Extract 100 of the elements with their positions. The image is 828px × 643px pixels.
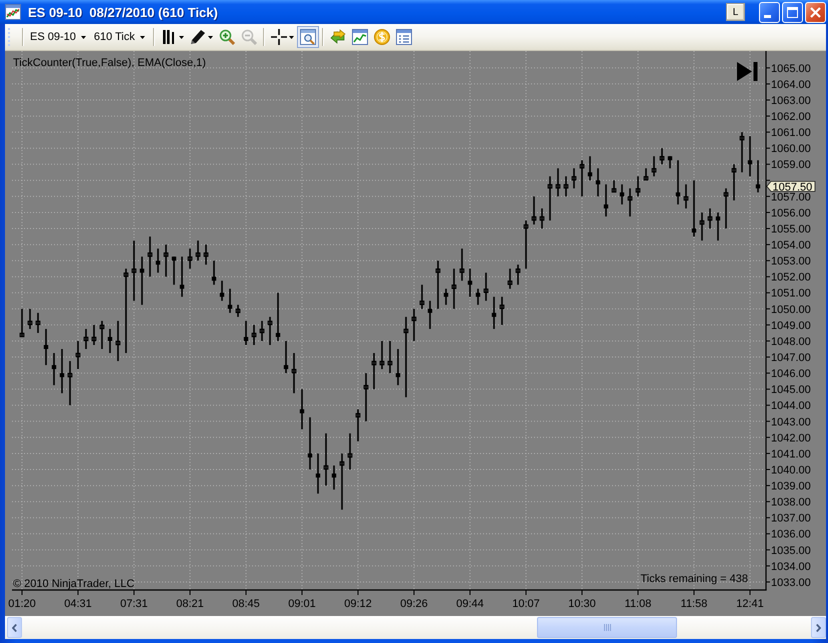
scrollbar-thumb[interactable] (537, 617, 677, 638)
close-icon (810, 6, 821, 18)
letter-button[interactable]: L (726, 3, 745, 21)
candlestick (620, 184, 624, 204)
candlestick (340, 453, 344, 510)
price-label: 1050.00 (771, 304, 811, 316)
instrument-dropdown[interactable]: ES 09-10 (27, 26, 91, 48)
candlestick (500, 296, 504, 325)
price-label: 1041.00 (771, 448, 811, 460)
candlestick (196, 240, 200, 261)
candlestick (420, 284, 424, 309)
candlestick (660, 148, 664, 164)
candlestick (100, 320, 104, 350)
candlestick (708, 208, 712, 229)
candlestick (636, 176, 640, 196)
grip-icon (604, 624, 610, 631)
crosshair-icon (270, 29, 287, 45)
candlestick (756, 160, 760, 192)
indicator-label: TickCounter(True,False), EMA(Close,1) (13, 57, 206, 69)
candlestick (164, 244, 168, 277)
price-label: 1035.00 (771, 544, 811, 557)
price-label: 1042.00 (771, 432, 811, 444)
arrows-icon (330, 29, 346, 45)
last-price-marker: 1057.50 (766, 180, 816, 194)
candlestick (260, 320, 264, 341)
candlestick (460, 248, 464, 281)
price-label: 1051.00 (771, 288, 811, 300)
candlestick (444, 288, 448, 305)
scroll-left-button[interactable] (7, 617, 22, 638)
time-label: 01:20 (8, 598, 36, 610)
line-chart-icon (352, 29, 368, 45)
price-label: 1052.00 (771, 272, 811, 284)
price-label: 1059.00 (771, 159, 811, 172)
candlestick (748, 136, 752, 176)
zoom-in-icon (218, 29, 235, 45)
candlestick (604, 184, 608, 216)
candlestick (268, 316, 272, 345)
candlestick (580, 160, 584, 196)
candlestick (484, 272, 488, 301)
maximize-icon (787, 6, 798, 18)
candlestick (716, 212, 720, 241)
price-label: 1033.00 (771, 576, 811, 589)
skip-to-end-icon[interactable] (737, 62, 758, 81)
price-label: 1047.00 (771, 352, 811, 364)
price-label: 1057.00 (771, 191, 811, 204)
time-label: 07:31 (120, 598, 148, 610)
candlestick (372, 353, 376, 390)
pencil-icon (190, 29, 206, 45)
minimize-button[interactable] (759, 2, 780, 22)
price-label: 1046.00 (771, 368, 811, 380)
candlestick (524, 220, 528, 269)
candlestick (564, 176, 568, 196)
candlestick (412, 308, 416, 341)
scroll-right-button[interactable] (811, 617, 826, 638)
time-label: 04:31 (64, 598, 92, 610)
candlestick (212, 260, 216, 285)
candlestick (300, 389, 304, 430)
copyright-text: © 2010 NinjaTrader, LLC (13, 578, 134, 590)
candlestick (452, 268, 456, 309)
magnifier-window-button[interactable] (296, 26, 319, 48)
time-label: 10:07 (512, 598, 540, 610)
horizontal-scrollbar[interactable] (5, 616, 826, 639)
candlestick (236, 304, 240, 317)
candlestick (172, 256, 176, 285)
candlestick (492, 296, 496, 329)
time-label: 09:44 (456, 598, 484, 610)
candlestick (252, 324, 256, 345)
price-label: 1043.00 (771, 416, 811, 428)
price-label: 1061.00 (771, 127, 811, 140)
price-label: 1065.00 (771, 62, 811, 75)
price-label: 1064.00 (771, 78, 811, 91)
candlestick (324, 433, 328, 486)
grip-icon[interactable] (8, 28, 11, 46)
price-label: 1044.00 (771, 400, 811, 412)
candlestick (156, 248, 160, 273)
candlestick (28, 308, 32, 329)
candlestick (596, 168, 600, 196)
candlestick (572, 168, 576, 188)
candlestick (388, 340, 392, 374)
candlestick (316, 453, 320, 494)
price-label: 1038.00 (771, 496, 811, 509)
price-label: 1037.00 (771, 512, 811, 525)
candlestick (348, 433, 352, 470)
candlestick (468, 268, 472, 297)
candlestick (332, 466, 336, 490)
candlestick (516, 264, 520, 285)
window-title: ES 09-10 08/27/2010 (610 Tick) (28, 4, 218, 20)
candlestick (652, 156, 656, 176)
price-label: 1053.00 (771, 256, 811, 268)
chevron-left-icon (12, 624, 17, 632)
close-button[interactable] (805, 2, 826, 22)
candlestick (508, 268, 512, 289)
price-label: 1056.00 (771, 207, 811, 220)
candlestick (284, 340, 288, 374)
candlestick (732, 164, 736, 200)
interval-dropdown[interactable]: 610 Tick (90, 26, 150, 48)
price-label: 1036.00 (771, 528, 811, 541)
maximize-button[interactable] (782, 2, 803, 22)
candlestick (540, 208, 544, 229)
candlestick (76, 340, 80, 370)
